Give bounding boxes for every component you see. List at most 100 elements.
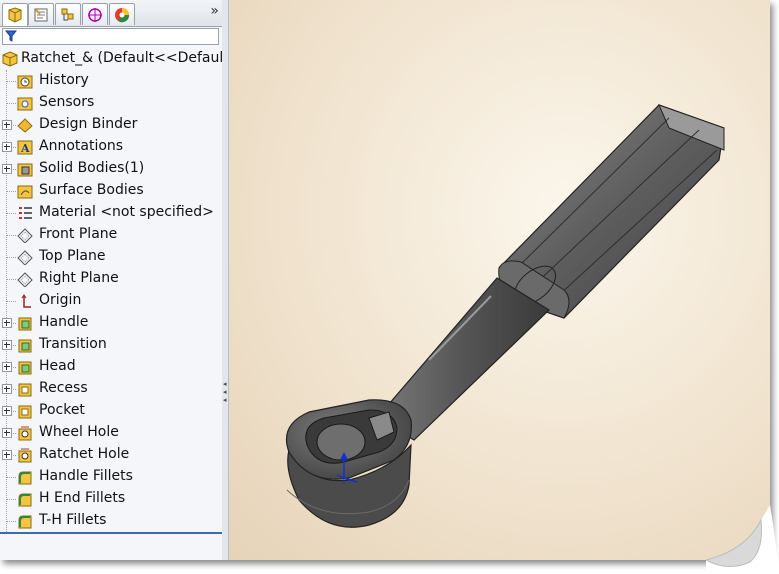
- property-manager-tab[interactable]: [28, 3, 54, 25]
- tree-item-label: Origin: [39, 292, 82, 308]
- tree-item-label: Sensors: [39, 94, 95, 110]
- tree-connector: [7, 213, 16, 214]
- tree-item-label: Right Plane: [39, 270, 119, 286]
- display-manager-icon: [115, 8, 130, 23]
- tree-item-label: Top Plane: [39, 248, 106, 264]
- fillet-icon: [18, 515, 32, 529]
- graphics-area[interactable]: [229, 0, 770, 560]
- feature-manager-panel: » Ratchet_& (Default<<Default History Sen…: [0, 0, 229, 560]
- expand-toggle[interactable]: [2, 318, 12, 328]
- tree-connector: [7, 301, 16, 302]
- tree-item-h-end-fillets[interactable]: H End Fillets: [0, 488, 222, 510]
- tree-item-recess[interactable]: Recess: [0, 378, 222, 400]
- tree-item-ratchet-hole[interactable]: Ratchet Hole: [0, 444, 222, 466]
- plane-icon: [17, 250, 33, 265]
- origin-icon: [21, 294, 31, 308]
- expand-toggle[interactable]: [2, 450, 12, 460]
- tree-item-t-h-fillets[interactable]: T-H Fillets: [0, 510, 222, 532]
- tree-item-label: H End Fillets: [39, 490, 126, 506]
- expand-toggle[interactable]: [2, 164, 12, 174]
- surface-bodies-icon: [17, 185, 33, 199]
- tree-item-material-not-specified[interactable]: Material <not specified>: [0, 202, 222, 224]
- tree-item-annotations[interactable]: A Annotations: [0, 136, 222, 158]
- tree-item-label: Annotations: [39, 138, 124, 154]
- ratchet-head: [285, 399, 412, 528]
- tree-item-pocket[interactable]: Pocket: [0, 400, 222, 422]
- tree-item-label: Front Plane: [39, 226, 118, 242]
- tree-item-handle[interactable]: Handle: [0, 312, 222, 334]
- hole-icon: [18, 426, 32, 441]
- cut-icon: [18, 405, 32, 419]
- display-manager-tab[interactable]: [109, 3, 135, 25]
- dimxpert-tab[interactable]: [82, 3, 108, 25]
- tree-root-label: Ratchet_& (Default<<Default: [21, 50, 229, 66]
- tree-item-label: Wheel Hole: [39, 424, 119, 440]
- tree-item-right-plane[interactable]: Right Plane: [0, 268, 222, 290]
- tree-item-design-binder[interactable]: Design Binder: [0, 114, 222, 136]
- handle-grip: [498, 104, 725, 319]
- collapse-panel-grip[interactable]: ◂ ◂ ◂: [223, 380, 228, 414]
- tree-item-sensors[interactable]: Sensors: [0, 92, 222, 114]
- extrude-icon: [18, 317, 32, 331]
- tree-connector: [7, 257, 16, 258]
- tree-item-history[interactable]: History: [0, 70, 222, 92]
- history-folder-icon: [17, 75, 33, 89]
- tree-item-label: Head: [39, 358, 76, 374]
- tree-root[interactable]: Ratchet_& (Default<<Default: [0, 48, 229, 70]
- feature-manager-tab[interactable]: [2, 3, 28, 26]
- fillet-icon: [18, 493, 32, 507]
- tree-item-handle-fillets[interactable]: Handle Fillets: [0, 466, 222, 488]
- tree-item-label: Solid Bodies(1): [39, 160, 145, 176]
- tree-item-label: Pocket: [39, 402, 85, 418]
- configuration-manager-tab[interactable]: [55, 3, 81, 25]
- tree-item-solid-bodies-1[interactable]: Solid Bodies(1): [0, 158, 222, 180]
- tree-item-label: Transition: [39, 336, 107, 352]
- tree-item-label: Ratchet Hole: [39, 446, 130, 462]
- expand-toggle[interactable]: [2, 340, 12, 350]
- more-tabs-button[interactable]: »: [210, 3, 218, 19]
- manager-tabs: »: [0, 0, 222, 27]
- extrude-icon: [18, 361, 32, 375]
- tree-item-origin[interactable]: Origin: [0, 290, 222, 312]
- tree-item-wheel-hole[interactable]: Wheel Hole: [0, 422, 222, 444]
- svg-text:A: A: [20, 142, 30, 155]
- tree-item-top-plane[interactable]: Top Plane: [0, 246, 222, 268]
- tree-item-label: Handle Fillets: [39, 468, 133, 484]
- expand-toggle[interactable]: [2, 384, 12, 394]
- tree-connector: [7, 103, 16, 104]
- cut-icon: [18, 383, 32, 397]
- tree-item-label: Surface Bodies: [39, 182, 144, 198]
- tree-connector: [7, 521, 16, 522]
- tree-item-label: Recess: [39, 380, 88, 396]
- tree-connector: [7, 499, 16, 500]
- tree-item-label: Design Binder: [39, 116, 138, 132]
- solid-bodies-icon: [17, 163, 33, 177]
- tree-connector: [7, 477, 16, 478]
- tree-filter-box[interactable]: [2, 28, 219, 45]
- tree-item-head[interactable]: Head: [0, 356, 222, 378]
- plane-icon: [17, 228, 33, 243]
- expand-toggle[interactable]: [2, 142, 12, 152]
- expand-toggle[interactable]: [2, 428, 12, 438]
- page-curl-decoration: [706, 505, 779, 574]
- annotations-icon: A: [17, 140, 33, 155]
- panel-splitter[interactable]: [222, 0, 229, 560]
- tree-item-label: Material <not specified>: [39, 204, 214, 220]
- material-icon: [19, 207, 32, 219]
- tree-item-label: T-H Fillets: [39, 512, 107, 528]
- expand-toggle[interactable]: [2, 406, 12, 416]
- hole-icon: [18, 448, 32, 463]
- tree-item-front-plane[interactable]: Front Plane: [0, 224, 222, 246]
- panel-bottom-line: [0, 532, 222, 534]
- part-icon: [2, 51, 18, 67]
- tree-item-surface-bodies[interactable]: Surface Bodies: [0, 180, 222, 202]
- tree-item-label: History: [39, 72, 89, 88]
- tree-item-transition[interactable]: Transition: [0, 334, 222, 356]
- sensors-folder-icon: [17, 97, 33, 111]
- expand-toggle[interactable]: [2, 120, 12, 130]
- solidworks-window: » Ratchet_& (Default<<Default History Sen…: [0, 0, 770, 560]
- design-binder-icon: [17, 118, 33, 133]
- extrude-icon: [18, 339, 32, 353]
- tree-item-label: Handle: [39, 314, 89, 330]
- expand-toggle[interactable]: [2, 362, 12, 372]
